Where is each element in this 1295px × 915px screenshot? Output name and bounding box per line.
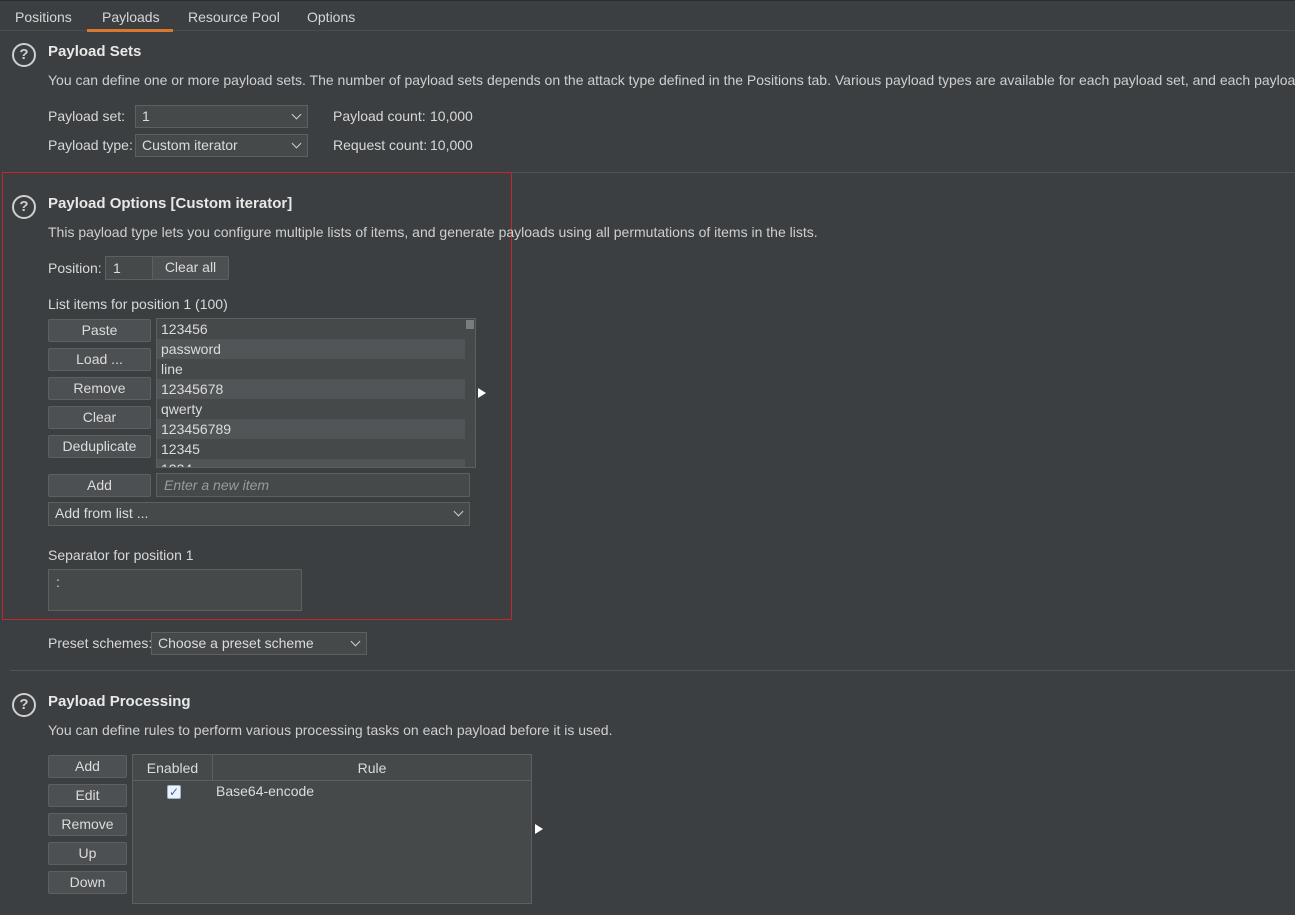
list-item[interactable]: 123456789	[157, 419, 465, 439]
tab-positions[interactable]: Positions	[15, 9, 72, 25]
tab-resource-pool[interactable]: Resource Pool	[188, 9, 280, 25]
list-item[interactable]: 12345678	[157, 379, 465, 399]
position-spinner[interactable]: 1	[105, 256, 153, 280]
preset-schemes-label: Preset schemes:	[48, 635, 153, 651]
scrollbar-thumb[interactable]	[466, 320, 474, 329]
tab-payloads[interactable]: Payloads	[102, 9, 160, 25]
move-down-button[interactable]: Down	[48, 871, 127, 894]
expand-arrow-icon[interactable]	[478, 388, 486, 398]
chevron-down-icon	[291, 109, 302, 120]
payload-list[interactable]: 123456 password line 12345678 qwerty 123…	[156, 318, 476, 468]
chevron-down-icon	[291, 138, 302, 149]
list-item[interactable]: 1234	[157, 459, 465, 467]
payload-processing-description: You can define rules to perform various …	[48, 722, 613, 738]
add-from-list-select[interactable]: Add from list ...	[48, 502, 470, 526]
move-up-button[interactable]: Up	[48, 842, 127, 865]
request-count-value: 10,000	[430, 137, 473, 153]
list-item[interactable]: 123456	[157, 319, 465, 339]
load-button[interactable]: Load ...	[48, 348, 151, 371]
payload-set-label: Payload set:	[48, 108, 126, 124]
list-item[interactable]: password	[157, 339, 465, 359]
help-icon[interactable]: ?	[12, 693, 36, 717]
preset-scheme-value: Choose a preset scheme	[158, 635, 314, 651]
list-item[interactable]: line	[157, 359, 465, 379]
edit-rule-button[interactable]: Edit	[48, 784, 127, 807]
clear-button[interactable]: Clear	[48, 406, 151, 429]
clear-all-button[interactable]: Clear all	[152, 256, 229, 280]
request-count-label: Request count:	[333, 137, 428, 153]
remove-rule-button[interactable]: Remove	[48, 813, 127, 836]
payload-options-description: This payload type lets you configure mul…	[48, 224, 818, 240]
chevron-down-icon	[350, 636, 361, 647]
processing-rules-table[interactable]: Enabled Rule ✓ Base64-encode	[132, 754, 532, 904]
deduplicate-button[interactable]: Deduplicate	[48, 435, 151, 458]
payload-options-title: Payload Options [Custom iterator]	[48, 195, 293, 212]
payload-set-select[interactable]: 1	[135, 105, 308, 128]
add-from-list-value: Add from list ...	[55, 505, 149, 521]
payload-set-value: 1	[142, 108, 150, 124]
active-tab-indicator	[87, 29, 173, 32]
preset-scheme-select[interactable]: Choose a preset scheme	[151, 632, 367, 655]
list-items-label: List items for position 1 (100)	[48, 296, 228, 312]
tab-options[interactable]: Options	[307, 9, 355, 25]
list-item[interactable]: qwerty	[157, 399, 465, 419]
paste-button[interactable]: Paste	[48, 319, 151, 342]
section-divider	[10, 670, 1295, 671]
payload-count-label: Payload count:	[333, 108, 426, 124]
chevron-down-icon	[453, 506, 464, 517]
payload-type-label: Payload type:	[48, 137, 133, 153]
column-header-rule[interactable]: Rule	[213, 755, 531, 781]
list-item[interactable]: 12345	[157, 439, 465, 459]
payload-processing-title: Payload Processing	[48, 693, 191, 710]
add-rule-button[interactable]: Add	[48, 755, 127, 778]
payload-type-select[interactable]: Custom iterator	[135, 134, 308, 157]
payload-count-value: 10,000	[430, 108, 473, 124]
scrollbar[interactable]	[465, 319, 475, 467]
payload-sets-description: You can define one or more payload sets.…	[48, 72, 1295, 88]
new-item-input[interactable]: Enter a new item	[156, 473, 470, 497]
column-header-enabled[interactable]: Enabled	[133, 755, 213, 781]
enabled-checkbox[interactable]: ✓	[167, 785, 181, 799]
help-icon[interactable]: ?	[12, 195, 36, 219]
tab-bar: Positions Payloads Resource Pool Options	[0, 0, 1295, 32]
expand-arrow-icon[interactable]	[535, 824, 543, 834]
separator-label: Separator for position 1	[48, 547, 194, 563]
help-icon[interactable]: ?	[12, 43, 36, 67]
remove-button[interactable]: Remove	[48, 377, 151, 400]
payload-type-value: Custom iterator	[142, 137, 238, 153]
rule-cell: Base64-encode	[216, 783, 315, 799]
separator-input[interactable]: :	[48, 569, 302, 611]
position-label: Position:	[48, 260, 102, 276]
add-item-button[interactable]: Add	[48, 474, 151, 497]
payload-sets-title: Payload Sets	[48, 43, 142, 60]
